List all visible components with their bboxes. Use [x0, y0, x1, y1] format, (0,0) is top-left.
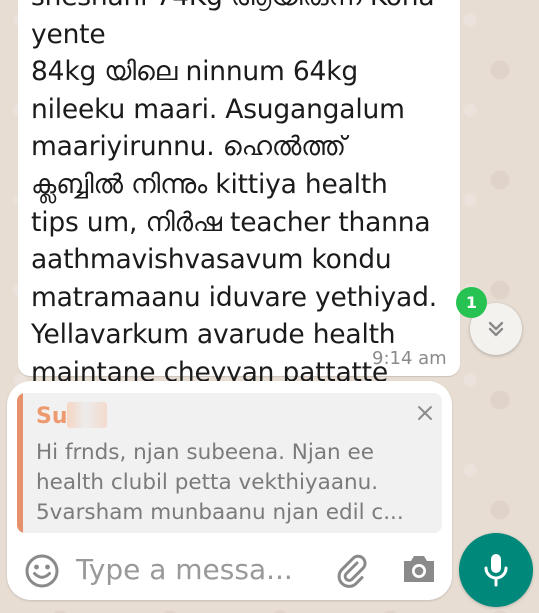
reply-sender-name: Su	[36, 404, 68, 429]
paperclip-icon	[337, 554, 367, 588]
reply-preview[interactable]: Su Hi frnds, njan subeena. Njan ee healt…	[17, 393, 442, 533]
redacted-name-blur	[67, 402, 107, 428]
close-reply-button[interactable]	[415, 397, 435, 429]
emoji-button[interactable]	[23, 552, 61, 590]
reply-accent-bar	[17, 393, 23, 533]
message-input[interactable]: Type a messa...	[76, 553, 293, 586]
message-timestamp: 9:14 am	[372, 348, 447, 369]
emoji-icon	[25, 554, 59, 588]
unread-count-badge: 1	[456, 287, 487, 318]
reply-quoted-text: Hi frnds, njan subeena. Njan ee health c…	[36, 440, 404, 525]
double-chevron-down-icon	[488, 321, 504, 337]
voice-record-button[interactable]	[459, 533, 533, 607]
camera-button[interactable]	[400, 552, 438, 586]
close-icon	[418, 406, 432, 420]
mic-icon	[484, 554, 508, 587]
camera-icon	[404, 556, 434, 582]
attach-button[interactable]	[332, 551, 370, 589]
